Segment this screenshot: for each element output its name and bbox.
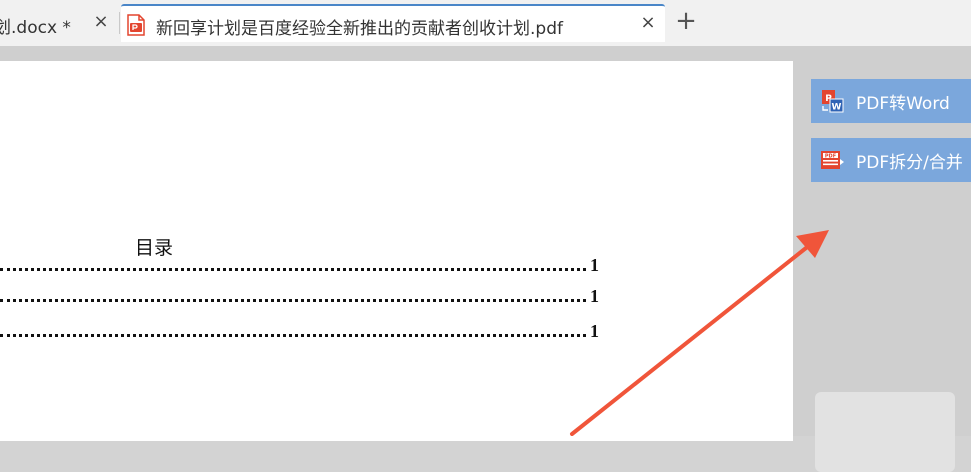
- pdf-file-icon: [127, 14, 145, 36]
- toc-line: 1: [0, 321, 600, 343]
- toc-line: 1: [0, 255, 600, 277]
- toc-title: 目录: [135, 238, 174, 259]
- pdf-to-word-label: PDF转Word: [856, 93, 950, 114]
- toc-dot-leader: [0, 268, 586, 271]
- pdf-split-icon: PDF: [821, 151, 844, 169]
- tab-pdf-active[interactable]: 新回享计划是百度经验全新推出的贡献者创收计划.pdf ×: [121, 4, 665, 42]
- svg-text:W: W: [832, 103, 842, 113]
- tab-pdf-label: 新回享计划是百度经验全新推出的贡献者创收计划.pdf: [156, 19, 563, 39]
- pdf-to-word-icon: P W: [822, 90, 844, 113]
- close-icon[interactable]: ×: [638, 12, 658, 34]
- add-tab-icon[interactable]: +: [673, 8, 699, 35]
- toc-dot-leader: [0, 334, 586, 337]
- toc-page-number: 1: [590, 255, 599, 275]
- pdf-split-merge-button[interactable]: PDF PDF拆分/合并: [811, 138, 971, 182]
- blurred-region: [815, 392, 955, 472]
- tab-docx[interactable]: 划.docx * ×: [0, 4, 118, 42]
- tab-bar: 划.docx * × 新回享计划是百度经验全新推出的贡献者创收计划.pdf × …: [0, 0, 971, 47]
- toc-page-number: 1: [590, 286, 599, 306]
- document-page: 目录 1 1 1: [0, 61, 793, 441]
- pdf-to-word-button[interactable]: P W PDF转Word: [811, 79, 971, 123]
- svg-text:PDF: PDF: [825, 154, 836, 160]
- pdf-split-merge-label: PDF拆分/合并: [856, 152, 963, 173]
- close-icon[interactable]: ×: [91, 11, 111, 33]
- toc-page-number: 1: [590, 321, 599, 341]
- toc-dot-leader: [0, 299, 586, 302]
- tab-docx-label: 划.docx *: [0, 18, 71, 38]
- tab-divider: [119, 12, 120, 34]
- toc-line: 1: [0, 286, 600, 308]
